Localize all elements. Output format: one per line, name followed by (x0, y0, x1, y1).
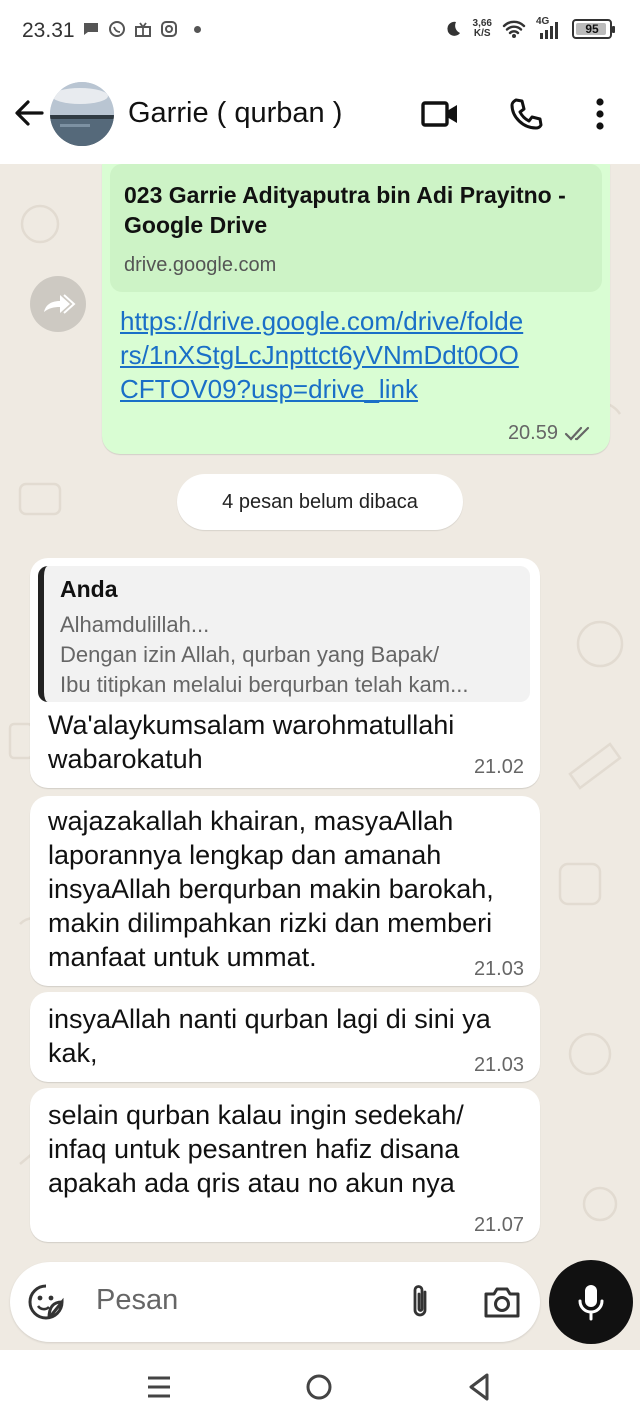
quoted-line-3: Ibu titipkan melalui berqurban telah kam… (60, 672, 469, 697)
network-speed: 3,66 K/S (473, 19, 492, 39)
link-preview-domain: drive.google.com (124, 254, 277, 276)
notification-icons (82, 20, 201, 38)
wifi-icon (502, 20, 526, 38)
instagram-icon (161, 21, 177, 37)
unread-messages-divider: 4 pesan belum dibaca (177, 474, 463, 530)
kebab-menu-icon (596, 98, 604, 130)
chat-header: Garrie ( qurban ) (0, 64, 640, 164)
attach-button[interactable] (400, 1282, 440, 1322)
video-call-button[interactable] (418, 92, 462, 136)
message-composer[interactable]: Pesan (10, 1262, 540, 1342)
message-time: 21.07 (473, 1214, 524, 1236)
status-time: 23.31 (22, 19, 75, 42)
menu-lines-icon (148, 1376, 170, 1398)
home-button[interactable] (302, 1370, 336, 1404)
incoming-message[interactable]: selain qurban kalau ingin sedekah/ infaq… (30, 1088, 540, 1242)
battery-indicator: 95 (572, 19, 615, 39)
drive-link[interactable]: https://drive.google.com/drive/folders/1… (120, 304, 530, 406)
avatar-landscape-image (50, 82, 114, 146)
recent-apps-button[interactable] (142, 1370, 176, 1404)
sticker-button[interactable] (26, 1282, 66, 1322)
message-text: insyaAllah nanti qurban lagi di sini ya … (48, 1004, 491, 1068)
message-text: wajazakallah khairan, masyaAllah laporan… (48, 806, 494, 972)
camera-icon (484, 1287, 520, 1318)
message-input[interactable]: Pesan (96, 1284, 178, 1317)
double-check-icon (564, 426, 590, 441)
cell-signal-icon: 4G (536, 16, 562, 40)
message-time: 20.59 (507, 422, 558, 444)
back-button[interactable] (12, 96, 46, 130)
quoted-author: Anda (60, 576, 118, 602)
back-nav-button[interactable] (462, 1370, 496, 1404)
contact-name[interactable]: Garrie ( qurban ) (128, 97, 342, 130)
whatsapp-icon (109, 21, 125, 37)
more-notifications-dot (194, 25, 201, 33)
chat-bubble-icon (84, 23, 98, 35)
forward-button[interactable] (30, 276, 86, 332)
more-options-button[interactable] (578, 92, 622, 136)
incoming-message[interactable]: insyaAllah nanti qurban lagi di sini ya … (30, 992, 540, 1082)
message-time: 21.02 (473, 756, 524, 778)
message-time: 21.03 (473, 958, 524, 980)
sticker-smiley-icon (28, 1284, 64, 1320)
message-text: Wa'alaykumsalam warohmatullahi wabarokat… (48, 710, 455, 774)
paperclip-icon (413, 1285, 427, 1317)
contact-avatar[interactable] (50, 82, 114, 146)
message-meta: 21.03 (474, 1054, 524, 1077)
voice-message-button[interactable] (549, 1260, 633, 1344)
status-bar: 23.31 3,66 K/S 4G 95 (0, 0, 640, 64)
moon-icon (446, 21, 460, 36)
unread-label: 4 pesan belum dibaca (222, 490, 418, 513)
message-time: 21.03 (473, 1054, 524, 1076)
outgoing-link-message[interactable]: 023 Garrie Adityaputra bin Adi Prayitno … (102, 164, 610, 454)
phone-icon (510, 98, 543, 130)
circle-home-icon (306, 1374, 332, 1400)
link-preview-title: 023 Garrie Adityaputra bin Adi Prayitno … (124, 182, 566, 238)
quoted-line-1: Alhamdulillah... (60, 612, 210, 637)
triangle-back-icon (469, 1373, 489, 1401)
arrow-left-icon (15, 100, 44, 126)
forward-arrows-icon (44, 294, 76, 314)
system-icons: 3,66 K/S 4G 95 (443, 16, 615, 40)
network-speed-unit: K/S (473, 28, 491, 39)
incoming-reply-message[interactable]: Anda Alhamdulillah... Dengan izin Allah,… (30, 558, 540, 788)
battery-percent: 95 (585, 22, 599, 36)
message-meta: 20.59 (508, 422, 594, 445)
voice-call-button[interactable] (504, 92, 548, 136)
message-text: selain qurban kalau ingin sedekah/ infaq… (48, 1100, 464, 1198)
gift-icon (135, 22, 151, 37)
message-meta: 21.02 (474, 756, 524, 779)
incoming-message[interactable]: wajazakallah khairan, masyaAllah laporan… (30, 796, 540, 986)
quoted-message[interactable]: Anda Alhamdulillah... Dengan izin Allah,… (38, 566, 530, 702)
microphone-icon (578, 1285, 604, 1321)
quoted-line-2: Dengan izin Allah, qurban yang Bapak/ (60, 642, 440, 667)
chat-area[interactable]: 023 Garrie Adityaputra bin Adi Prayitno … (0, 164, 640, 1254)
link-preview-card[interactable]: 023 Garrie Adityaputra bin Adi Prayitno … (110, 164, 602, 292)
camera-button[interactable] (482, 1282, 522, 1322)
message-meta: 21.07 (474, 1214, 524, 1237)
system-navigation-bar (0, 1350, 640, 1422)
video-camera-icon (421, 101, 457, 127)
message-meta: 21.03 (474, 958, 524, 981)
